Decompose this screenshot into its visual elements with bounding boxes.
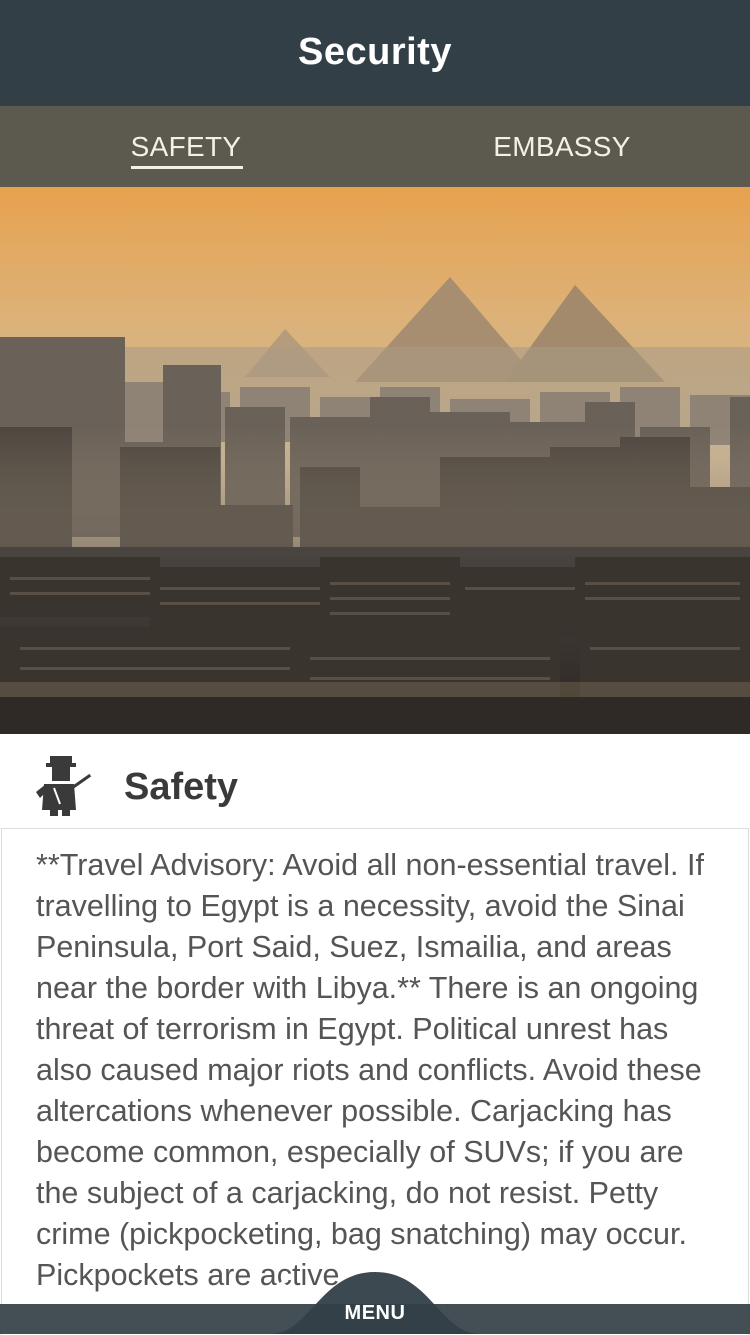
- safety-advisory-text: **Travel Advisory: Avoid all non-essenti…: [36, 848, 704, 1292]
- menu-label: MENU: [344, 1302, 406, 1324]
- section-header: Safety: [0, 734, 750, 828]
- soldier-icon: [30, 754, 94, 818]
- tab-bar: SAFETY EMBASSY: [0, 106, 750, 187]
- app-header: Security: [0, 0, 750, 106]
- safety-content-panel[interactable]: **Travel Advisory: Avoid all non-essenti…: [1, 828, 749, 1335]
- tab-safety[interactable]: SAFETY: [100, 106, 272, 187]
- section-title: Safety: [124, 766, 239, 808]
- tab-embassy[interactable]: EMBASSY: [470, 106, 654, 187]
- menu-button[interactable]: MENU: [270, 1272, 480, 1334]
- active-tab-indicator: [131, 166, 243, 169]
- hero-image-cairo-skyline: [0, 187, 750, 734]
- page-title: Security: [298, 30, 452, 73]
